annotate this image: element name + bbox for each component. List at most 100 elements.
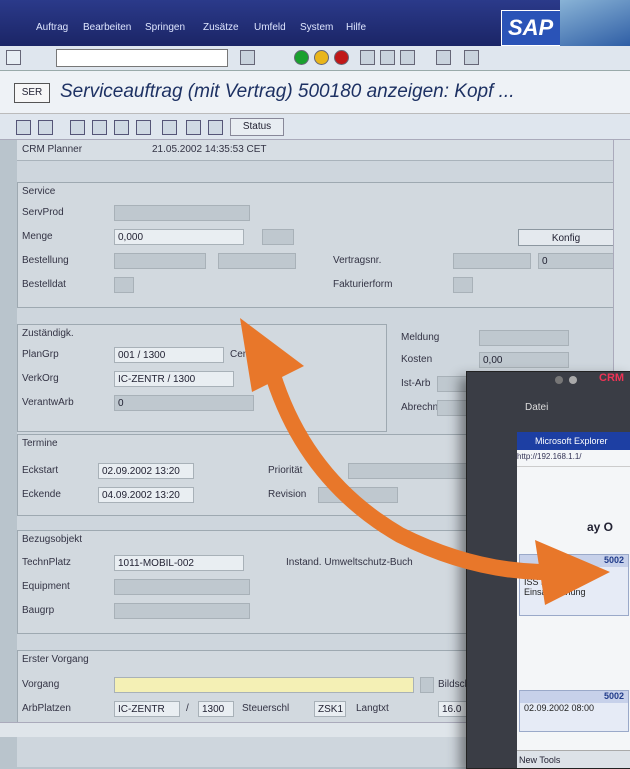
ie-address-bar[interactable]: http://192.168.1.1/ <box>517 452 630 467</box>
revision-field[interactable] <box>318 487 398 503</box>
steuerschl-label: Steuerschl <box>242 703 290 714</box>
menge-field[interactable]: 0,000 <box>114 229 244 245</box>
field-label: Bestellung <box>22 255 69 266</box>
cancel-icon[interactable] <box>334 50 349 65</box>
menu-system[interactable]: System <box>300 22 333 33</box>
browser-pane: Microsoft Explorer http://192.168.1.1/ a… <box>517 432 630 768</box>
eckende-field[interactable]: 04.09.2002 13:20 <box>98 487 194 503</box>
baugrp-field[interactable] <box>114 603 250 619</box>
card-header: 5002 <box>520 555 628 567</box>
steuerschl-field[interactable]: ZSK1 <box>314 701 346 717</box>
command-field[interactable] <box>56 49 228 67</box>
verantwarb-field[interactable]: 0 <box>114 395 254 411</box>
popup-menu-datei[interactable]: Datei <box>525 402 548 413</box>
bestelldat-field[interactable] <box>114 277 134 293</box>
kosten-field[interactable]: 0,00 <box>479 352 569 368</box>
group-service: Service ServProd Menge 0,000 Konfig Best… <box>17 182 622 308</box>
istarb-label: Ist-Arb <box>401 378 431 389</box>
order-card[interactable]: 5002 02.09.2002 08:00 <box>519 690 629 732</box>
menu-bar: Auftrag Bearbeiten Springen Zusätze Umfe… <box>0 0 630 46</box>
vertragsnr-label: Vertragsnr. <box>333 255 382 266</box>
objects-icon[interactable] <box>136 120 151 135</box>
bestellung-pos-field[interactable] <box>218 253 296 269</box>
status-button[interactable]: Status <box>230 118 284 136</box>
werk-field[interactable]: 1300 <box>198 701 234 717</box>
header-icon[interactable] <box>16 120 31 135</box>
menu-umfeld[interactable]: Umfeld <box>254 22 286 33</box>
field-label: Eckende <box>22 489 61 500</box>
card-header: 5002 <box>520 691 628 703</box>
field-label: PlanGrp <box>22 349 59 360</box>
crm-popup-window: CRM Datei Microsoft Explorer http://192.… <box>466 371 630 769</box>
equipment-field[interactable] <box>114 579 250 595</box>
fakturierform-label: Fakturierform <box>333 279 393 290</box>
menu-hilfe[interactable]: Hilfe <box>346 22 366 33</box>
field-label: Baugrp <box>22 605 55 616</box>
vorgang-field[interactable] <box>114 677 414 693</box>
menu-springen[interactable]: Springen <box>145 22 185 33</box>
order-type-icon: SER <box>14 83 50 103</box>
vertragsnr-value[interactable]: 0 <box>538 253 614 269</box>
field-label: TechnPlatz <box>22 557 71 568</box>
window-control-icon[interactable] <box>555 376 563 384</box>
find-icon[interactable] <box>380 50 395 65</box>
crm-planner-label: CRM Planner <box>22 144 83 155</box>
group-title: Termine <box>22 438 58 449</box>
enter-icon[interactable] <box>6 50 21 65</box>
group-erster-vorgang: Erster Vorgang Vorgang Bildsch ArbPlatze… <box>17 650 479 730</box>
page-title: Serviceauftrag (mit Vertrag) 500180 anze… <box>60 81 515 102</box>
vertragsnr-field[interactable] <box>453 253 531 269</box>
meldung-field[interactable] <box>479 330 569 346</box>
card-line: ISS Planung <box>524 577 575 587</box>
menu-auftrag[interactable]: Auftrag <box>36 22 68 33</box>
graphic-icon[interactable] <box>186 120 201 135</box>
vorgang-checkbox[interactable] <box>420 677 434 693</box>
group-title: Zuständigk. <box>22 328 74 339</box>
revision-label: Revision <box>268 489 307 500</box>
menu-bearbeiten[interactable]: Bearbeiten <box>83 22 131 33</box>
kosten-label: Kosten <box>401 354 433 365</box>
window-control-icon[interactable] <box>569 376 577 384</box>
group-termine: Termine Eckstart 02.09.2002 13:20 Priori… <box>17 434 479 516</box>
field-label: Bestelldat <box>22 279 66 290</box>
operations-icon[interactable] <box>70 120 85 135</box>
menu-zusaetze[interactable]: Zusätze <box>203 22 239 33</box>
field-label: Menge <box>22 231 53 242</box>
find-next-icon[interactable] <box>400 50 415 65</box>
horizontal-scrollbar[interactable] <box>0 722 480 737</box>
field-label: ArbPlatzen <box>22 703 71 714</box>
card-date: 02.09.2002 08:00 <box>524 703 595 713</box>
group-title: Service <box>22 186 56 197</box>
header-info: CRM Planner 21.05.2002 14:35:53 CET <box>17 140 630 161</box>
bestellung-field[interactable] <box>114 253 206 269</box>
filter-icon[interactable] <box>38 120 53 135</box>
ie-title-bar: Microsoft Explorer <box>517 432 630 450</box>
field-label: VerantwArb <box>22 397 74 408</box>
application-toolbar: Status <box>0 114 630 140</box>
servprod-field[interactable] <box>114 205 250 221</box>
abrechn-label: Abrechn <box>401 402 439 413</box>
field-label: Equipment <box>22 581 70 592</box>
costs-icon[interactable] <box>114 120 129 135</box>
fakturierform-field[interactable] <box>453 277 473 293</box>
exit-icon[interactable] <box>314 50 329 65</box>
konfig-button[interactable]: Konfig <box>518 229 614 246</box>
new-session-icon[interactable] <box>436 50 451 65</box>
verkorg-field[interactable]: IC-ZENTR / 1300 <box>114 371 234 387</box>
order-card[interactable]: 5002 13.07.2002 08:00 ISS Planung Einsat… <box>519 554 629 616</box>
prioritaet-field[interactable] <box>348 463 468 479</box>
arbplatz-field[interactable]: IC-ZENTR <box>114 701 180 717</box>
section-label: ay O <box>587 520 614 534</box>
components-icon[interactable] <box>92 120 107 135</box>
print-icon[interactable] <box>360 50 375 65</box>
wave-graphic <box>560 0 630 46</box>
document-icon[interactable] <box>162 120 177 135</box>
back-icon[interactable] <box>294 50 309 65</box>
save-icon[interactable] <box>240 50 255 65</box>
eckstart-field[interactable]: 02.09.2002 13:20 <box>98 463 194 479</box>
print-order-icon[interactable] <box>208 120 223 135</box>
plangrp-field[interactable]: 001 / 1300 <box>114 347 224 363</box>
technplatz-field[interactable]: 1011-MOBIL-002 <box>114 555 244 571</box>
help-icon[interactable] <box>464 50 479 65</box>
unit-field[interactable] <box>262 229 294 245</box>
